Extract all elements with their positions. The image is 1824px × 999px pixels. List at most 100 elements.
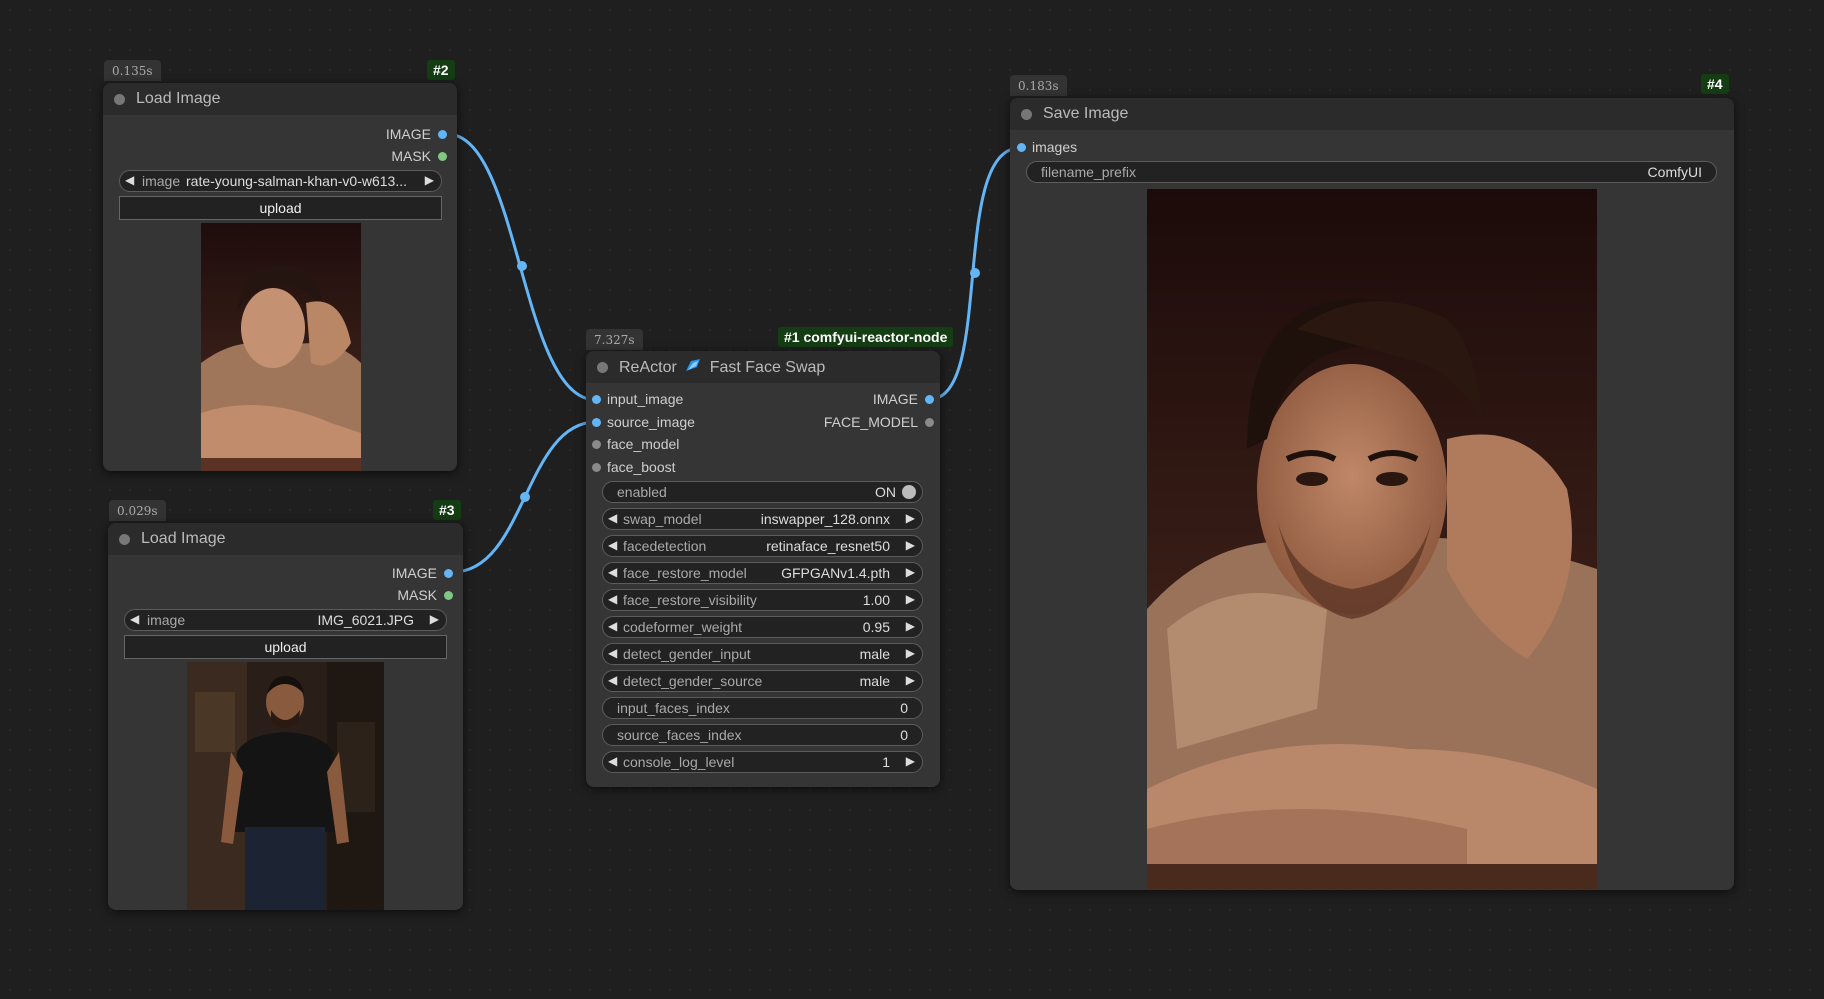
wire-midpoint <box>520 492 530 502</box>
collapse-dot-icon[interactable] <box>597 362 608 373</box>
node-title: ReActor Fast Face Swap <box>619 358 825 377</box>
upload-button[interactable]: upload <box>119 196 442 220</box>
node-title-bar[interactable]: ReActor Fast Face Swap <box>586 351 940 383</box>
collapse-dot-icon[interactable] <box>114 94 125 105</box>
slot-dot-icon[interactable] <box>592 463 601 472</box>
arrow-right-icon[interactable]: ▶ <box>906 511 915 525</box>
toggle-knob-icon[interactable] <box>902 485 916 499</box>
slot-dot-icon[interactable] <box>925 418 934 427</box>
widget-value: GFPGANv1.4.pth <box>781 565 890 581</box>
arrow-left-icon[interactable]: ◀ <box>125 173 134 187</box>
slot-label: IMAGE <box>391 565 437 581</box>
arrow-left-icon[interactable]: ◀ <box>608 511 617 525</box>
image-slot-dot-icon[interactable] <box>925 395 934 404</box>
arrow-right-icon[interactable]: ▶ <box>906 646 915 660</box>
widget-value: rate-young-salman-khan-v0-w613... <box>186 173 407 189</box>
facedetection-combo[interactable]: ◀ facedetection retinaface_resnet50 ▶ <box>602 535 923 557</box>
widget-name: console_log_level <box>623 754 735 770</box>
widget-value: 0.95 <box>862 619 890 635</box>
wire-midpoint <box>970 268 980 278</box>
output-slot-image[interactable]: IMAGE <box>873 391 934 407</box>
arrow-left-icon[interactable]: ◀ <box>608 538 617 552</box>
image-slot-dot-icon[interactable] <box>592 418 601 427</box>
node-title-bar[interactable]: Load Image <box>108 523 463 555</box>
collapse-dot-icon[interactable] <box>1021 109 1032 120</box>
output-slot-mask[interactable]: MASK <box>391 148 447 164</box>
arrow-left-icon[interactable]: ◀ <box>608 673 617 687</box>
image-slot-dot-icon[interactable] <box>592 395 601 404</box>
upload-button[interactable]: upload <box>124 635 447 659</box>
detect-gender-source-combo[interactable]: ◀ detect_gender_source male ▶ <box>602 670 923 692</box>
input-slot-face-model[interactable]: face_model <box>592 436 679 452</box>
face-restore-model-combo[interactable]: ◀ face_restore_model GFPGANv1.4.pth ▶ <box>602 562 923 584</box>
widget-value: male <box>859 646 890 662</box>
arrow-left-icon[interactable]: ◀ <box>608 592 617 606</box>
face-restore-visibility-number[interactable]: ◀ face_restore_visibility 1.00 ▶ <box>602 589 923 611</box>
arrow-right-icon[interactable]: ▶ <box>906 538 915 552</box>
slot-label: FACE_MODEL <box>823 414 918 430</box>
output-slot-mask[interactable]: MASK <box>397 587 453 603</box>
slot-dot-icon[interactable] <box>592 440 601 449</box>
input-slot-images[interactable]: images <box>1017 139 1077 155</box>
node-title-bar[interactable]: Save Image <box>1010 98 1734 130</box>
widget-value: inswapper_128.onnx <box>760 511 890 527</box>
arrow-right-icon[interactable]: ▶ <box>906 619 915 633</box>
arrow-right-icon[interactable]: ▶ <box>906 754 915 768</box>
node-id-badge: #3 <box>433 500 461 520</box>
widget-name: input_faces_index <box>617 700 730 716</box>
arrow-left-icon[interactable]: ◀ <box>608 646 617 660</box>
image-preview <box>201 223 361 471</box>
arrow-right-icon[interactable]: ▶ <box>906 673 915 687</box>
input-slot-face-boost[interactable]: face_boost <box>592 459 676 475</box>
image-combo-widget[interactable]: ◀ image IMG_6021.JPG ▶ <box>124 609 447 631</box>
filename-prefix-field[interactable]: filename_prefix ComfyUI <box>1026 161 1717 183</box>
detect-gender-input-combo[interactable]: ◀ detect_gender_input male ▶ <box>602 643 923 665</box>
widget-value: ComfyUI <box>1647 164 1702 180</box>
widget-value: 0 <box>900 700 908 716</box>
widget-name: face_restore_model <box>623 565 747 581</box>
node-timing: 0.029s <box>109 500 166 521</box>
slot-label: face_boost <box>607 459 676 475</box>
widget-name: image <box>147 612 186 628</box>
arrow-right-icon[interactable]: ▶ <box>906 565 915 579</box>
image-slot-dot-icon[interactable] <box>444 569 453 578</box>
output-slot-face-model[interactable]: FACE_MODEL <box>823 414 934 430</box>
arrow-left-icon[interactable]: ◀ <box>608 619 617 633</box>
load-image-node-2[interactable]: Load Image IMAGE MASK ◀ image IMG_6021.J… <box>108 523 463 910</box>
input-faces-index-field[interactable]: input_faces_index 0 <box>602 697 923 719</box>
save-image-node[interactable]: Save Image images filename_prefix ComfyU… <box>1010 98 1734 890</box>
arrow-left-icon[interactable]: ◀ <box>130 612 139 626</box>
mask-slot-dot-icon[interactable] <box>438 152 447 161</box>
load-image-node-1[interactable]: Load Image IMAGE MASK ◀ image rate-young… <box>103 83 457 471</box>
image-slot-dot-icon[interactable] <box>1017 143 1026 152</box>
source-faces-index-field[interactable]: source_faces_index 0 <box>602 724 923 746</box>
reactor-fast-face-swap-node[interactable]: ReActor Fast Face Swap input_image sourc… <box>586 351 940 787</box>
arrow-right-icon[interactable]: ▶ <box>425 173 434 187</box>
arrow-right-icon[interactable]: ▶ <box>906 592 915 606</box>
codeformer-weight-number[interactable]: ◀ codeformer_weight 0.95 ▶ <box>602 616 923 638</box>
image-slot-dot-icon[interactable] <box>438 130 447 139</box>
input-slot-input-image[interactable]: input_image <box>592 391 683 407</box>
node-title-bar[interactable]: Load Image <box>103 83 457 115</box>
widget-name: filename_prefix <box>1041 164 1136 180</box>
widget-name: facedetection <box>623 538 707 554</box>
image-preview <box>187 662 384 910</box>
arrow-left-icon[interactable]: ◀ <box>608 565 617 579</box>
widget-value: 1.00 <box>862 592 890 608</box>
arrow-left-icon[interactable]: ◀ <box>608 754 617 768</box>
arrow-right-icon[interactable]: ▶ <box>430 612 439 626</box>
image-combo-widget[interactable]: ◀ image rate-young-salman-khan-v0-w613..… <box>119 170 442 192</box>
input-slot-source-image[interactable]: source_image <box>592 414 695 430</box>
output-image-preview <box>1147 189 1597 889</box>
slot-label: MASK <box>391 148 431 164</box>
widget-name: image <box>142 173 181 189</box>
swap-model-combo[interactable]: ◀ swap_model inswapper_128.onnx ▶ <box>602 508 923 530</box>
mask-slot-dot-icon[interactable] <box>444 591 453 600</box>
enabled-toggle[interactable]: enabled ON <box>602 481 923 503</box>
collapse-dot-icon[interactable] <box>119 534 130 545</box>
node-timing: 0.135s <box>104 60 161 81</box>
slot-label: source_image <box>607 414 695 430</box>
console-log-level-number[interactable]: ◀ console_log_level 1 ▶ <box>602 751 923 773</box>
output-slot-image[interactable]: IMAGE <box>386 126 447 142</box>
output-slot-image[interactable]: IMAGE <box>391 565 453 581</box>
